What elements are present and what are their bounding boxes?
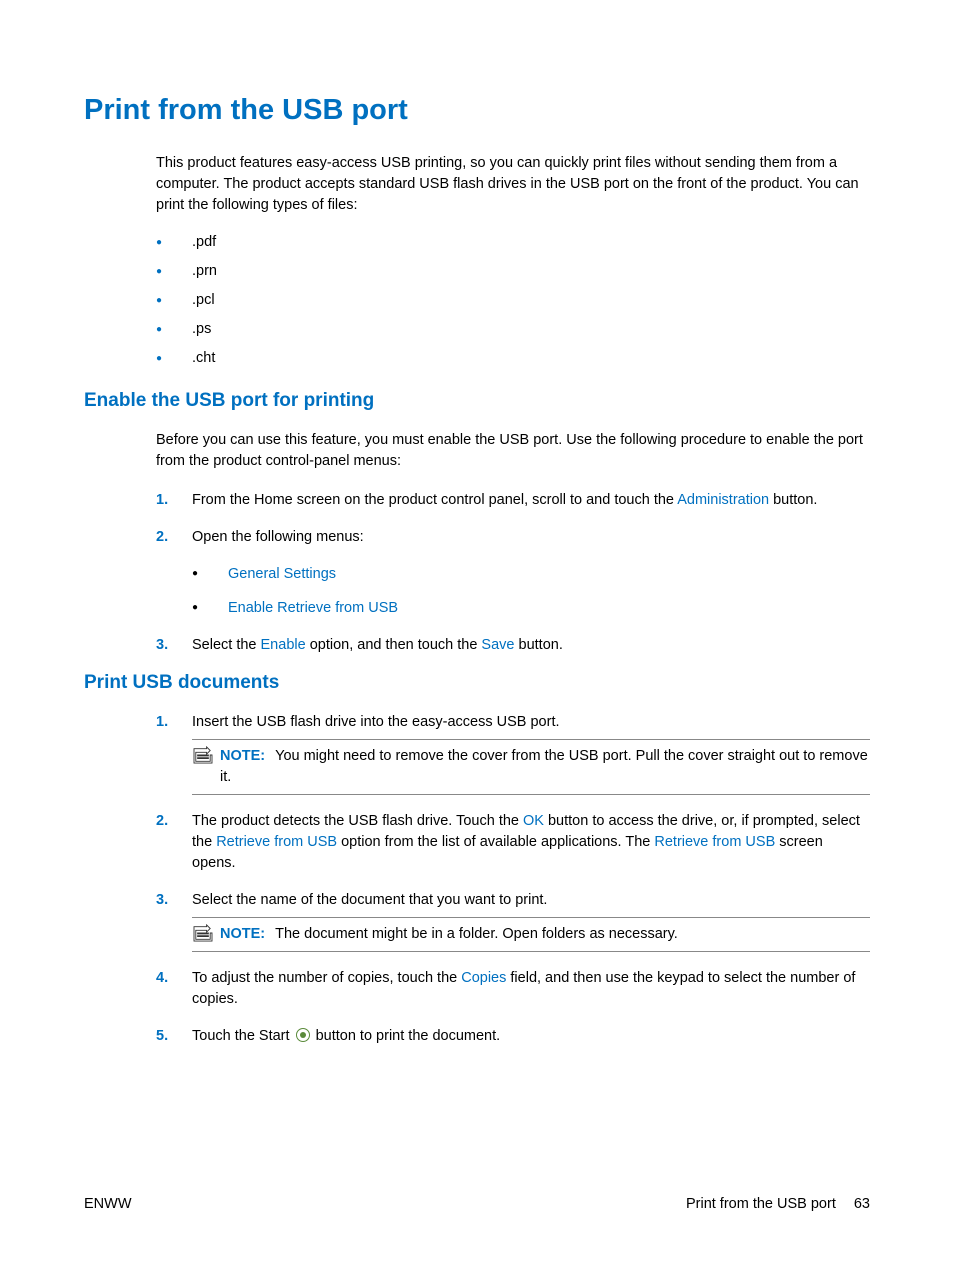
step-item: From the Home screen on the product cont… [156,490,870,511]
ui-label-save: Save [481,637,514,653]
note-icon [192,746,214,764]
step-item: Open the following menus: General Settin… [156,527,870,619]
note-box: NOTE:You might need to remove the cover … [192,739,870,795]
intro-paragraph: This product features easy-access USB pr… [156,153,870,216]
footer-section-name: Print from the USB port [686,1196,836,1212]
section1-steps: From the Home screen on the product cont… [156,490,870,656]
note-text: You might need to remove the cover from … [220,748,868,785]
step-text: Select the [192,637,261,653]
step-item: The product detects the USB flash drive.… [156,811,870,874]
step-item: Select the name of the document that you… [156,890,870,952]
list-item: .pcl [156,292,870,308]
note-label: NOTE: [220,748,265,764]
list-item: .cht [156,350,870,366]
note-label: NOTE: [220,926,265,942]
menu-list: General Settings Enable Retrieve from US… [192,564,870,619]
list-item: .ps [156,321,870,337]
menu-item-general-settings: General Settings [192,564,870,585]
ui-label-retrieve-usb: Retrieve from USB [216,834,337,850]
step-text: To adjust the number of copies, touch th… [192,970,461,986]
step-text: button to print the document. [312,1028,501,1044]
step-text: Select the name of the document that you… [192,892,547,908]
ui-label-copies: Copies [461,970,506,986]
section2-steps: Insert the USB flash drive into the easy… [156,712,870,1047]
step-text: Open the following menus: [192,529,364,545]
step-text: button. [514,637,562,653]
note-box: NOTE: The document might be in a folder. … [192,917,870,952]
step-text: From the Home screen on the product cont… [192,492,677,508]
ui-label-retrieve-usb: Retrieve from USB [654,834,775,850]
step-item: Select the Enable option, and then touch… [156,635,870,656]
ui-label-administration: Administration [677,492,769,508]
file-types-list: .pdf .prn .pcl .ps .cht [156,234,870,366]
step-text: option from the list of available applic… [337,834,654,850]
step-text: option, and then touch the [306,637,482,653]
start-icon [296,1028,310,1042]
ui-label-enable: Enable [261,637,306,653]
step-text: button. [769,492,817,508]
footer-page-number: 63 [854,1196,870,1212]
note-icon [192,924,214,942]
section-heading-enable: Enable the USB port for printing [84,390,870,412]
footer-left: ENWW [84,1196,132,1212]
section1-intro: Before you can use this feature, you mus… [156,430,870,472]
list-item: .prn [156,263,870,279]
step-text: Insert the USB flash drive into the easy… [192,714,560,730]
menu-item-enable-retrieve: Enable Retrieve from USB [192,598,870,619]
page-title: Print from the USB port [84,94,870,127]
section-heading-print: Print USB documents [84,672,870,694]
step-item: Insert the USB flash drive into the easy… [156,712,870,795]
step-text: Touch the Start [192,1028,294,1044]
page-footer: ENWW Print from the USB port 63 [84,1196,870,1212]
step-text: The product detects the USB flash drive.… [192,813,523,829]
step-item: To adjust the number of copies, touch th… [156,968,870,1010]
note-text: The document might be in a folder. Open … [275,926,678,942]
list-item: .pdf [156,234,870,250]
ui-label-ok: OK [523,813,544,829]
step-item: Touch the Start button to print the docu… [156,1026,870,1047]
